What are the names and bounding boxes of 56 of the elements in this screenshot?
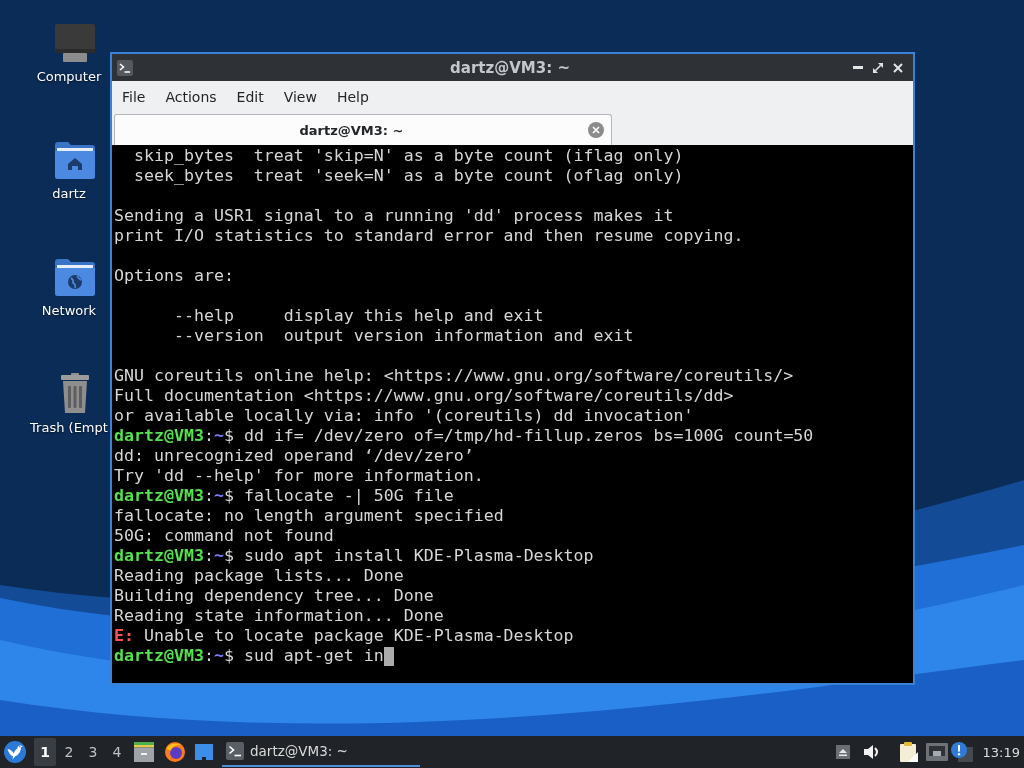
terminal-line: Try 'dd --help' for more information. <box>114 466 484 486</box>
close-icon[interactable] <box>893 62 903 73</box>
terminal-line: --version output version information and exit <box>172 326 634 346</box>
terminal-line: seek_bytes treat 'seek=N' as a byte count (oflag only) <box>132 166 684 186</box>
desktop-icon-label[interactable]: Computer <box>36 68 102 86</box>
window-icon[interactable] <box>195 744 213 760</box>
home-folder-icon[interactable] <box>55 139 95 179</box>
error-line: E: Unable to locate package KDE-Plasma-Desktop <box>114 626 574 646</box>
desktop-icon-label[interactable]: Trash (Empt <box>30 419 108 437</box>
clipboard-icon[interactable] <box>899 742 918 762</box>
close-tab-icon[interactable] <box>588 122 604 138</box>
bird-logo-icon[interactable] <box>4 741 26 763</box>
network-port-icon[interactable] <box>925 743 948 761</box>
desktop-icon-label[interactable]: dartz <box>52 185 86 203</box>
menu-item[interactable]: Actions <box>155 85 227 108</box>
workspace-button[interactable]: 2 <box>58 738 80 766</box>
monitor-icon[interactable] <box>55 22 95 62</box>
taskbar-window-button[interactable]: dartz@VM3: ~ <box>222 737 420 767</box>
window-title: dartz@VM3: ~ <box>450 58 570 77</box>
menu-item[interactable]: Edit <box>226 85 274 108</box>
terminal-line: print I/O statistics to standard error and then resume copying. <box>114 226 744 246</box>
terminal-line: 50G: command not found <box>114 526 334 546</box>
eject-icon[interactable] <box>835 745 850 759</box>
workspace-button[interactable]: 4 <box>106 738 128 766</box>
flame-globe-icon[interactable] <box>165 742 185 762</box>
terminal-line: fallocate: no length argument specified <box>114 506 504 526</box>
terminal-icon <box>226 742 244 760</box>
menu-item[interactable]: Help <box>326 85 379 108</box>
terminal-line: Building dependency tree... Done <box>114 586 434 606</box>
terminal-line: Full documentation <https://www.gnu.org/software/coreutils/dd> <box>114 386 734 406</box>
desktop-icon-label[interactable]: Network <box>41 302 97 320</box>
terminal-line: dd: unrecognized operand ‘/dev/zero’ <box>114 446 474 466</box>
terminal-line: or available locally via: info '(coreutils) dd invocation' <box>114 406 694 426</box>
terminal-line: Sending a USR1 signal to a running 'dd' process makes it <box>114 206 674 226</box>
file-cabinet-icon[interactable] <box>134 742 154 762</box>
terminal-icon[interactable] <box>117 59 133 76</box>
command-line: dartz@VM3:~$ sudo apt install KDE-Plasma-Desktop <box>114 546 594 566</box>
terminal-tab[interactable]: dartz@VM3: ~ <box>114 114 612 145</box>
workspace-button[interactable]: 1 <box>34 738 56 766</box>
command-line: dartz@VM3:~$ dd if= /dev/zero of=/tmp/hd-fillup.zeros bs=100G count=50 <box>114 426 814 446</box>
terminal-line: Reading package lists... Done <box>114 566 404 586</box>
menu-item[interactable]: File <box>112 85 156 108</box>
command-line: dartz@VM3:~$ sud apt-get in <box>114 646 384 666</box>
maximize-icon[interactable] <box>873 62 883 73</box>
menu-item[interactable]: View <box>273 85 327 108</box>
terminal-line: Options are: <box>114 266 234 286</box>
terminal-line: --help display this help and exit <box>172 306 544 326</box>
volume-icon[interactable] <box>863 744 880 760</box>
globe-folder-icon[interactable] <box>55 256 95 296</box>
notification-icon[interactable] <box>950 742 973 762</box>
workspace-button[interactable]: 3 <box>82 738 104 766</box>
clock: 13:19 <box>982 744 1020 760</box>
terminal-line: GNU coreutils online help: <https://www.gnu.org/software/coreutils/> <box>114 366 794 386</box>
terminal-line: skip_bytes treat 'skip=N' as a byte count (iflag only) <box>132 146 684 166</box>
terminal-line: Reading state information... Done <box>114 606 444 626</box>
command-line: dartz@VM3:~$ fallocate -| 50G file <box>114 486 454 506</box>
